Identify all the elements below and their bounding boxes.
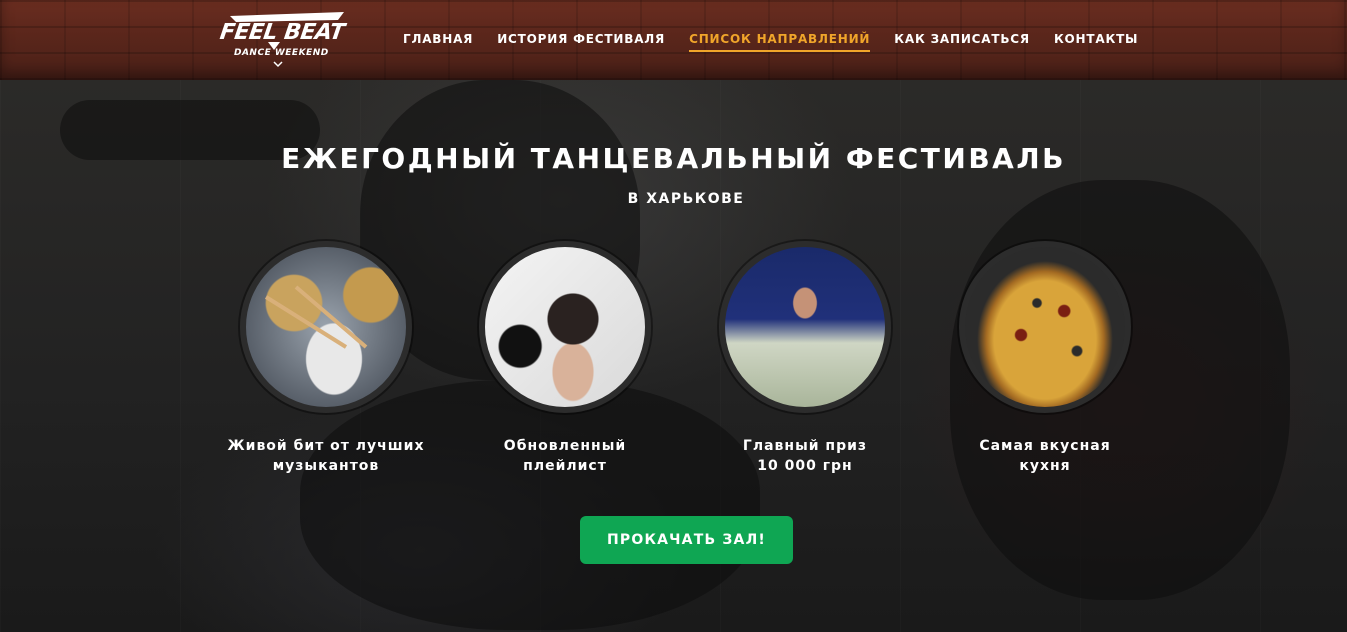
pump-hall-button[interactable]: ПРОКАЧАТЬ ЗАЛ! (580, 516, 793, 564)
nav-item-home[interactable]: ГЛАВНАЯ (403, 32, 473, 52)
dj-girl-photo (479, 241, 651, 413)
nav-item-signup[interactable]: КАК ЗАПИСАТЬСЯ (894, 32, 1030, 52)
feel-beat-logo[interactable]: FEEL BEAT DANCE WEEKEND (216, 10, 348, 68)
logo-sub-text: DANCE WEEKEND (234, 48, 329, 58)
feature-caption: Главный приз 10 000 грн (742, 438, 868, 474)
feature-caption: Обновленный плейлист (503, 438, 627, 474)
hero-title: ЕЖЕГОДНЫЙ ТАНЦЕВАЛЬНЫЙ ФЕСТИВАЛЬ (281, 142, 1066, 175)
site-header: FEEL BEAT DANCE WEEKEND ГЛАВНАЯ ИСТОРИЯ … (0, 0, 1347, 80)
drummer-photo (240, 241, 412, 413)
hero-subtitle: В ХАРЬКОВЕ (627, 191, 745, 207)
money-prize-photo (719, 241, 891, 413)
feature-prize: Главный приз 10 000 грн (705, 241, 905, 476)
nav-item-contacts[interactable]: КОНТАКТЫ (1054, 32, 1138, 52)
feature-caption: Живой бит от лучших музыкантов (227, 438, 425, 474)
main-nav: ГЛАВНАЯ ИСТОРИЯ ФЕСТИВАЛЯ СПИСОК НАПРАВЛ… (403, 32, 1138, 52)
drumsticks-icon (264, 285, 368, 349)
nav-item-history[interactable]: ИСТОРИЯ ФЕСТИВАЛЯ (497, 32, 665, 52)
feature-live-beat: Живой бит от лучших музыкантов (226, 241, 426, 476)
feature-food: Самая вкусная кухня (945, 241, 1145, 476)
pizza-photo (959, 241, 1131, 413)
feature-playlist: Обновленный плейлист (465, 241, 665, 476)
feature-caption: Самая вкусная кухня (979, 438, 1111, 474)
nav-item-directions[interactable]: СПИСОК НАПРАВЛЕНИЙ (689, 32, 871, 52)
logo-main-text: FEEL BEAT (218, 20, 346, 45)
